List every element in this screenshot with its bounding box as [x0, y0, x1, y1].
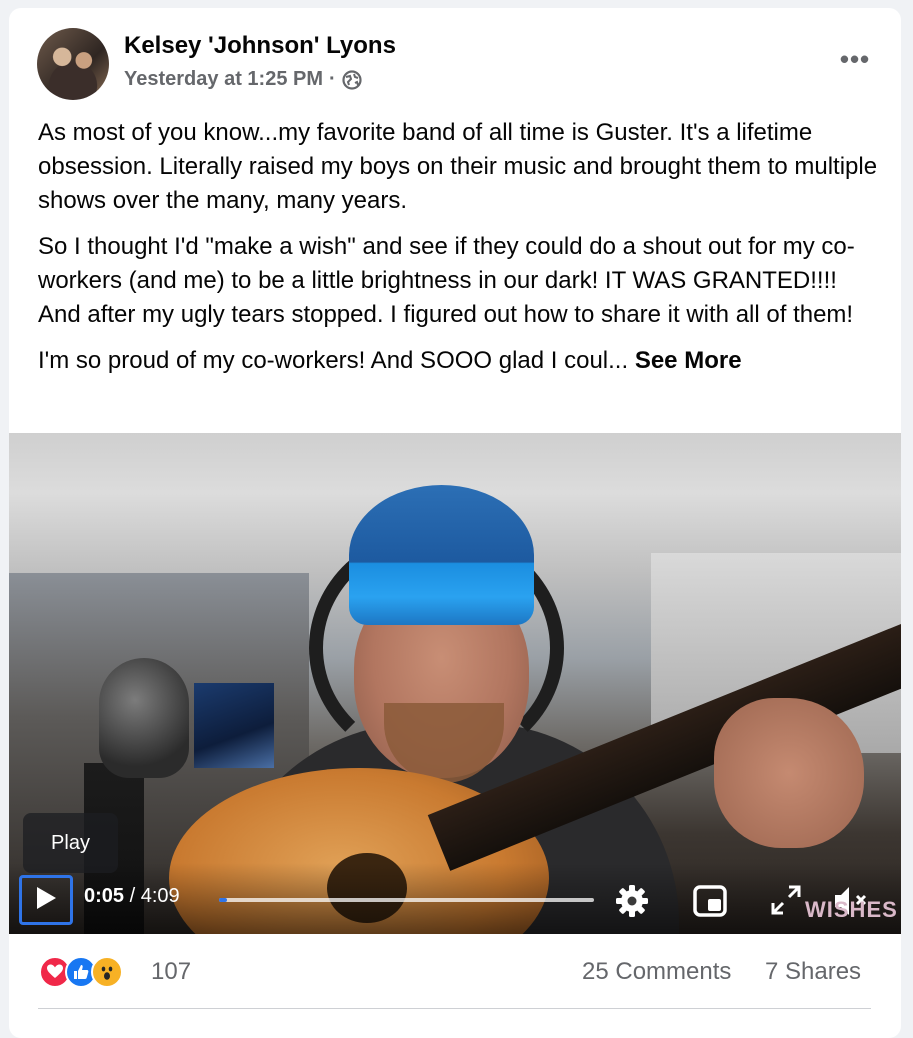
see-more-link[interactable]: See More — [635, 347, 742, 374]
post-meta: Yesterday at 1:25 PM · — [124, 68, 362, 91]
post-paragraph: As most of you know...my favorite band o… — [38, 119, 878, 214]
meta-separator: · — [329, 68, 336, 90]
progress-fill — [219, 898, 227, 902]
play-button[interactable] — [19, 875, 73, 925]
video-frame-microphone — [99, 658, 189, 778]
time-separator: / — [124, 885, 141, 907]
duration: 4:09 — [140, 885, 180, 907]
reaction-icons[interactable] — [39, 956, 123, 988]
more-options-button[interactable]: ••• — [833, 44, 877, 74]
video-frame-poster — [194, 683, 274, 768]
post-paragraph: I'm so proud of my co-workers! And SOOO … — [38, 344, 883, 378]
play-tooltip: Play — [23, 813, 118, 873]
globe-icon — [342, 69, 362, 90]
video-watermark: WISHES — [805, 897, 898, 922]
author-avatar[interactable] — [37, 28, 109, 100]
video-time: 0:05 / 4:09 — [84, 885, 180, 908]
play-icon — [34, 885, 58, 916]
video-frame-hand — [714, 698, 864, 848]
video-frame-hat — [349, 485, 534, 625]
post-card: Kelsey 'Johnson' Lyons Yesterday at 1:25… — [9, 8, 901, 1038]
author-name[interactable]: Kelsey 'Johnson' Lyons — [124, 32, 396, 60]
comments-count-link[interactable]: 25 Comments — [582, 958, 731, 986]
settings-gear-icon[interactable] — [614, 883, 650, 924]
progress-bar[interactable] — [219, 898, 594, 902]
picture-in-picture-icon[interactable] — [693, 885, 727, 922]
post-paragraph-truncated: I'm so proud of my co-workers! And SOOO … — [38, 347, 629, 374]
post-timestamp[interactable]: Yesterday at 1:25 PM — [124, 68, 323, 91]
wow-icon — [91, 956, 123, 988]
current-time: 0:05 — [84, 885, 125, 907]
post-text: As most of you know...my favorite band o… — [38, 116, 883, 390]
footer-divider — [38, 1008, 871, 1009]
video-player[interactable]: Play 0:05 / 4:09 WISHES — [9, 433, 901, 934]
post-paragraph: So I thought I'd "make a wish" and see i… — [38, 233, 855, 328]
shares-count-link[interactable]: 7 Shares — [765, 958, 861, 986]
reaction-count[interactable]: 107 — [151, 958, 191, 986]
fullscreen-icon[interactable] — [769, 883, 803, 922]
